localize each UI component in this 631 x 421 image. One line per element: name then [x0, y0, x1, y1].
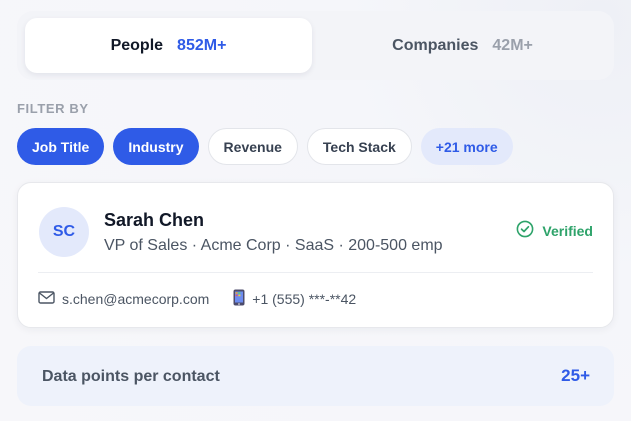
data-points-bar: Data points per contact 25+ [17, 346, 614, 406]
check-circle-icon [516, 220, 534, 241]
avatar: SC [39, 207, 89, 257]
verified-label: Verified [542, 222, 593, 239]
phone-item[interactable]: +1 (555) ***-**42 [233, 289, 356, 309]
phone-text: +1 (555) ***-**42 [252, 291, 357, 307]
filter-chips: Job Title Industry Revenue Tech Stack +2… [17, 128, 513, 165]
contact-subtitle: VP of Sales · Acme Corp · SaaS · 200-500… [104, 237, 443, 254]
segment-tabs: People 852M+ Companies 42M+ [17, 11, 614, 80]
contact-name: Sarah Chen [104, 210, 205, 230]
data-points-value: 25+ [561, 366, 590, 385]
data-points-label: Data points per contact [42, 368, 220, 385]
tab-companies[interactable]: Companies 42M+ [319, 18, 606, 73]
card-divider [38, 272, 593, 273]
tab-companies-label: Companies [392, 36, 479, 54]
chip-tech-stack[interactable]: Tech Stack [306, 128, 412, 165]
email-text: s.chen@acmecorp.com [62, 291, 210, 307]
contact-details: s.chen@acmecorp.com +1 (555) ***-**42 [38, 289, 356, 309]
mobile-phone-icon [233, 289, 245, 309]
mail-icon [38, 291, 55, 307]
tab-people-label: People [110, 36, 164, 54]
chip-revenue[interactable]: Revenue [207, 128, 298, 165]
filter-heading: FILTER BY [17, 101, 89, 116]
tab-people-count: 852M+ [177, 36, 227, 54]
chip-job-title[interactable]: Job Title [17, 128, 105, 165]
tab-companies-count: 42M+ [492, 36, 533, 54]
verified-badge: Verified [516, 220, 593, 241]
chip-industry[interactable]: Industry [113, 128, 199, 165]
chip-more-filters[interactable]: +21 more [420, 128, 513, 165]
tab-people[interactable]: People 852M+ [25, 18, 312, 73]
email-item[interactable]: s.chen@acmecorp.com [38, 291, 209, 307]
contact-card[interactable]: SC Sarah Chen VP of Sales · Acme Corp · … [17, 182, 614, 328]
